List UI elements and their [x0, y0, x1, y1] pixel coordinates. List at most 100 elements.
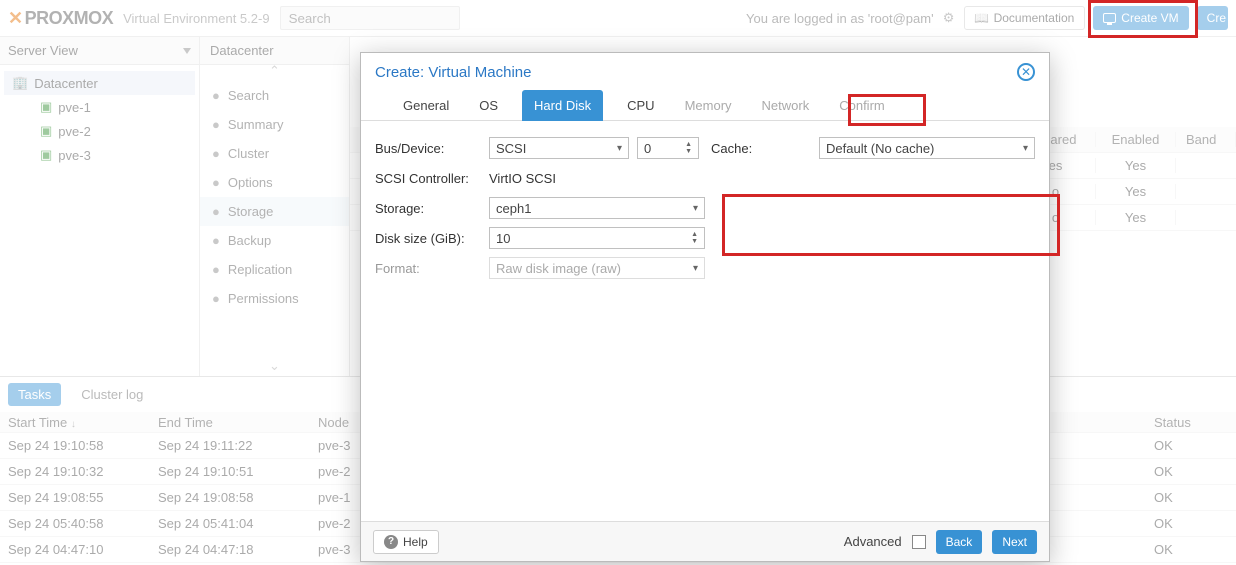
nav-item-label: Backup	[228, 233, 271, 248]
modal-tabs: General OS Hard Disk CPU Memory Network Confir…	[361, 83, 1049, 121]
book-icon	[975, 11, 989, 25]
nav-item-label: Options	[228, 175, 273, 190]
back-button[interactable]: Back	[936, 530, 983, 554]
create-vm-button[interactable]: Create VM	[1093, 6, 1188, 30]
nav-item-options[interactable]: ●Options	[200, 168, 349, 197]
mid-title: Datacenter	[200, 37, 349, 65]
close-icon[interactable]: ✕	[1017, 63, 1035, 81]
nav-item-label: Storage	[228, 204, 274, 219]
tab-os[interactable]: OS	[473, 90, 504, 121]
storage-label: Storage:	[375, 201, 481, 216]
spin-down-icon[interactable]: ▼	[685, 148, 692, 155]
storage-select[interactable]: ceph1 ▾	[489, 197, 705, 219]
format-select: Raw disk image (raw) ▾	[489, 257, 705, 279]
cache-value: Default (No cache)	[826, 141, 934, 156]
bus-index-value: 0	[644, 141, 651, 156]
tab-tasks[interactable]: Tasks	[8, 383, 61, 406]
nav-item-backup[interactable]: ● Backup	[200, 226, 349, 255]
tree-datacenter[interactable]: 🏢 Datacenter	[4, 71, 195, 95]
search-input[interactable]	[280, 6, 460, 30]
top-right: You are logged in as 'root@pam' Document…	[746, 6, 1228, 30]
search-icon: ●	[212, 88, 220, 103]
cluster-icon: ●	[212, 146, 220, 161]
help-label: Help	[403, 535, 428, 549]
tab-cluster-log[interactable]: Cluster log	[71, 383, 153, 406]
col-start-time[interactable]: Start Time ↓	[0, 415, 150, 430]
server-icon: ▣	[40, 147, 52, 163]
tree-node[interactable]: ▣ pve-1	[4, 95, 195, 119]
documentation-button[interactable]: Documentation	[964, 6, 1086, 30]
cache-select[interactable]: Default (No cache) ▾	[819, 137, 1035, 159]
tree-node-label: pve-3	[58, 148, 91, 163]
tab-confirm: Confirm	[833, 90, 891, 121]
col-status[interactable]: Status	[1146, 415, 1236, 430]
sidebar-view-label: Server View	[8, 43, 78, 58]
building-icon: 🏢	[12, 75, 28, 91]
nav-item-replication[interactable]: ●Replication	[200, 255, 349, 284]
monitor-icon	[1103, 13, 1116, 23]
nav-item-label: Summary	[228, 117, 284, 132]
format-label: Format:	[375, 261, 481, 276]
nav-item-label: Search	[228, 88, 269, 103]
spin-up-icon[interactable]: ▲	[685, 141, 692, 148]
tab-memory: Memory	[679, 90, 738, 121]
summary-icon: ●	[212, 117, 220, 132]
bus-select[interactable]: SCSI ▾	[489, 137, 629, 159]
documentation-label: Documentation	[994, 11, 1075, 25]
nav-item-permissions[interactable]: ●Permissions	[200, 284, 349, 313]
tree-node-label: pve-2	[58, 124, 91, 139]
spin-down-icon[interactable]: ▼	[691, 238, 698, 245]
bus-value: SCSI	[496, 141, 526, 156]
modal-body: Bus/Device: SCSI ▾ 0 ▲▼ Cache: Default (…	[361, 121, 1049, 521]
nav-item-search[interactable]: ● Search	[200, 81, 349, 110]
col-enabled[interactable]: Enabled	[1096, 132, 1176, 147]
chevron-down-icon	[183, 48, 191, 54]
create-vm-modal: Create: Virtual Machine ✕ General OS Hard …	[360, 52, 1050, 562]
cache-label: Cache:	[711, 141, 811, 156]
modal-titlebar: Create: Virtual Machine ✕	[361, 53, 1049, 83]
nav-item-summary[interactable]: ● Summary	[200, 110, 349, 139]
tab-hard-disk[interactable]: Hard Disk	[522, 90, 603, 121]
tree-node[interactable]: ▣ pve-3	[4, 143, 195, 167]
bus-label: Bus/Device:	[375, 141, 481, 156]
ctrl-value: VirtIO SCSI	[489, 171, 556, 186]
help-icon: ?	[384, 535, 398, 549]
backup-icon: ●	[212, 233, 220, 248]
spin-up-icon[interactable]: ▲	[691, 231, 698, 238]
create-ct-button[interactable]: Cre	[1197, 6, 1228, 30]
replication-icon: ●	[212, 262, 220, 277]
server-icon: ▣	[40, 123, 52, 139]
format-value: Raw disk image (raw)	[496, 261, 621, 276]
col-band[interactable]: Band	[1176, 132, 1236, 147]
tab-general[interactable]: General	[397, 90, 455, 121]
tree-node-label: pve-1	[58, 100, 91, 115]
sidebar: Server View 🏢 Datacenter ▣ pve-1 ▣ pve-2…	[0, 37, 200, 376]
chevron-down-icon: ▾	[693, 263, 698, 274]
next-button[interactable]: Next	[992, 530, 1037, 554]
size-label: Disk size (GiB):	[375, 231, 481, 246]
scroll-up-icon[interactable]: ⌃	[200, 65, 349, 81]
tree-node[interactable]: ▣ pve-2	[4, 119, 195, 143]
tab-network: Network	[756, 90, 816, 121]
topbar: ✕ PROXMOX Virtual Environment 5.2-9 You …	[0, 0, 1236, 36]
size-input[interactable]: 10 ▲▼	[489, 227, 705, 249]
advanced-label: Advanced	[844, 534, 902, 549]
storage-value: ceph1	[496, 201, 531, 216]
create-vm-label: Create VM	[1121, 11, 1178, 25]
nav-item-label: Cluster	[228, 146, 269, 161]
server-icon: ▣	[40, 99, 52, 115]
nav-item-storage[interactable]: ●Storage	[200, 197, 349, 226]
nav-item-cluster[interactable]: ● Cluster	[200, 139, 349, 168]
sort-desc-icon: ↓	[71, 419, 76, 430]
tab-cpu[interactable]: CPU	[621, 90, 660, 121]
scroll-down-icon[interactable]: ⌄	[200, 360, 349, 376]
sidebar-view-select[interactable]: Server View	[0, 37, 199, 65]
gear-icon[interactable]	[942, 11, 956, 25]
bus-index-input[interactable]: 0 ▲▼	[637, 137, 699, 159]
version-text: Virtual Environment 5.2-9	[123, 11, 269, 26]
help-button[interactable]: ? Help	[373, 530, 439, 554]
chevron-down-icon: ▾	[617, 143, 622, 154]
col-end-time[interactable]: End Time	[150, 415, 310, 430]
advanced-checkbox[interactable]	[912, 535, 926, 549]
tree: 🏢 Datacenter ▣ pve-1 ▣ pve-2 ▣ pve-3	[0, 65, 199, 173]
